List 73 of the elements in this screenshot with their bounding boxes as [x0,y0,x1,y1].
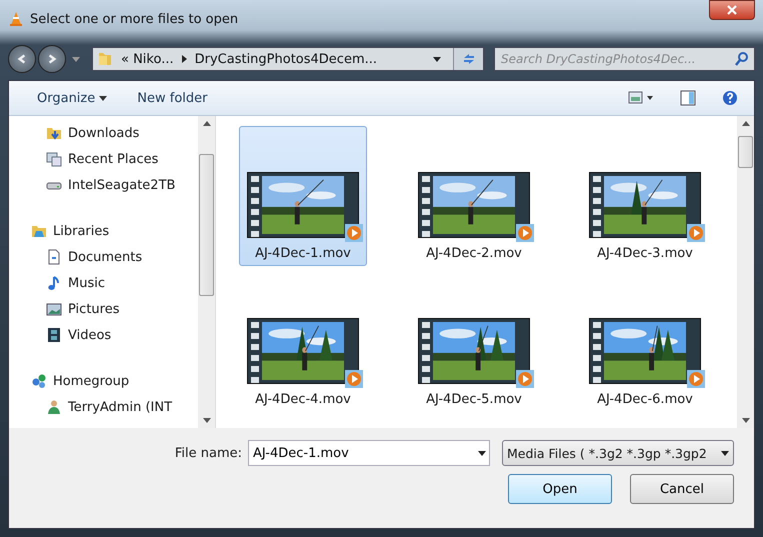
nav-item[interactable]: Pictures [9,296,198,322]
nav-item[interactable]: Libraries [9,218,198,244]
new-folder-button[interactable]: New folder [133,88,212,108]
music-icon [46,275,62,291]
breadcrumb[interactable]: DryCastingPhotos4Decem... [194,52,378,66]
window-title: Select one or more files to open [30,12,238,26]
scroll-up-icon[interactable] [202,121,210,126]
nav-item[interactable]: Music [9,270,198,296]
file-name: AJ-4Dec-6.mov [597,392,693,407]
view-icon [628,91,654,105]
user-icon [46,399,62,415]
file-name: AJ-4Dec-3.mov [597,246,693,261]
back-button[interactable] [8,45,36,73]
nav-item[interactable]: Documents [9,244,198,270]
scrollbar[interactable] [737,116,754,428]
scrollbar[interactable] [198,116,215,428]
nav-item[interactable]: Videos [9,322,198,348]
file-item[interactable]: AJ-4Dec-2.mov [410,126,538,266]
scroll-down-icon[interactable] [202,418,210,423]
file-item[interactable]: AJ-4Dec-1.mov [239,126,367,266]
organize-button[interactable]: Organize [33,88,116,108]
open-button[interactable]: Open [508,474,612,504]
play-icon [344,369,364,389]
file-name: AJ-4Dec-4.mov [255,392,351,407]
play-icon [344,223,364,243]
file-name: AJ-4Dec-2.mov [426,246,522,261]
downloads-icon [46,125,62,141]
scroll-thumb[interactable] [199,154,214,296]
nav-item[interactable]: Homegroup [9,368,198,394]
file-item[interactable]: AJ-4Dec-6.mov [581,272,709,412]
scroll-up-icon[interactable] [742,121,750,126]
caret-icon [721,450,729,456]
file-item[interactable]: AJ-4Dec-3.mov [581,126,709,266]
breadcrumb[interactable]: « Niko... [121,52,174,66]
chevron-icon [182,55,187,63]
forward-button[interactable] [38,45,66,73]
file-name: AJ-4Dec-5.mov [426,392,522,407]
folder-icon [97,51,113,67]
file-item[interactable]: AJ-4Dec-4.mov [239,272,367,412]
refresh-button[interactable] [453,48,483,70]
caret-icon [99,96,108,100]
file-name-label: File name: [174,446,242,460]
address-bar[interactable]: « Niko... DryCastingPhotos4Decem... [92,47,484,71]
close-button[interactable] [709,0,755,20]
file-type-dropdown[interactable]: Media Files ( *.3g2 *.3gp *.3gp2 [502,440,734,466]
scroll-down-icon[interactable] [742,418,750,423]
pane-icon [680,90,696,106]
cone-icon [8,11,24,27]
dropdown-arrow-icon[interactable] [433,56,441,62]
dropdown-arrow-icon[interactable] [478,451,486,456]
play-icon [686,369,706,389]
file-name-field[interactable]: AJ-4Dec-1.mov [248,440,490,466]
pictures-icon [46,301,62,317]
play-icon [515,223,535,243]
search-icon[interactable] [734,51,750,67]
search-field[interactable]: Search DryCastingPhotos4Dec... [494,47,755,71]
file-name: AJ-4Dec-1.mov [255,246,351,261]
play-icon [515,369,535,389]
homegroup-icon [31,373,47,389]
file-item[interactable]: AJ-4Dec-5.mov [410,272,538,412]
nav-item[interactable]: IntelSeagate2TB [9,172,198,198]
libraries-icon [31,223,47,239]
scroll-thumb[interactable] [738,136,753,168]
videos-icon [46,327,62,343]
documents-icon [46,249,62,265]
cancel-button[interactable]: Cancel [630,474,734,504]
nav-item[interactable]: Recent Places [9,146,198,172]
recent-icon [46,151,62,167]
close-icon [727,5,737,15]
help-icon [722,90,738,106]
nav-item[interactable]: Downloads [9,120,198,146]
nav-item[interactable]: TerryAdmin (INT [9,394,198,420]
play-icon [686,223,706,243]
